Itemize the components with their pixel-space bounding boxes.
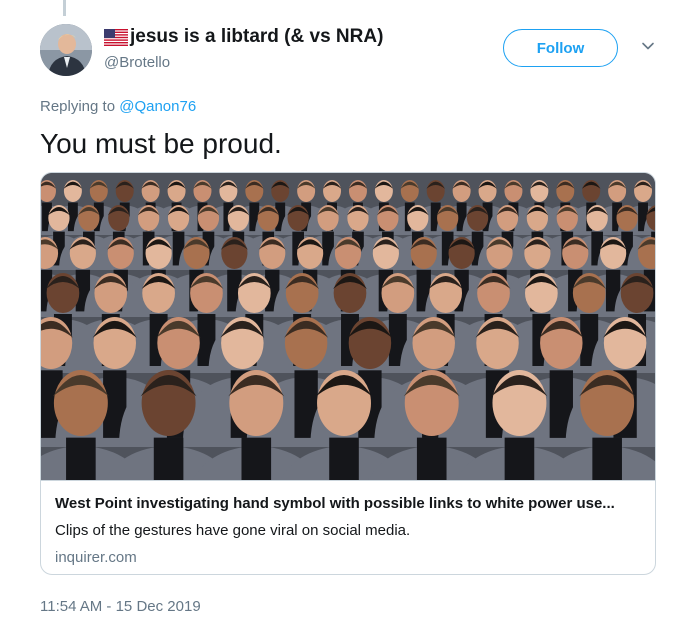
link-card[interactable]: West Point investigating hand symbol wit… (40, 172, 656, 575)
replying-prefix: Replying to (40, 98, 116, 115)
card-description: Clips of the gestures have gone viral on… (55, 522, 411, 539)
tweet-header: jesus is a libtard (& vs NRA) @Brotello … (40, 24, 659, 80)
avatar-image (40, 24, 92, 76)
user-handle[interactable]: @Brotello (104, 54, 383, 71)
user-names: jesus is a libtard (& vs NRA) @Brotello (104, 26, 383, 71)
replying-to: Replying to @Qanon76 (40, 98, 196, 115)
us-flag-icon (104, 28, 128, 46)
tweet-timestamp[interactable]: 11:54 AM - 15 Dec 2019 (40, 598, 201, 615)
card-image (41, 173, 655, 480)
card-domain: inquirer.com (55, 549, 137, 566)
follow-button[interactable]: Follow (503, 29, 618, 67)
thread-connector-line (63, 0, 66, 16)
avatar[interactable] (40, 24, 92, 76)
display-name-row[interactable]: jesus is a libtard (& vs NRA) (104, 26, 383, 48)
card-title: West Point investigating hand symbol wit… (55, 495, 615, 512)
card-body: West Point investigating hand symbol wit… (41, 480, 655, 566)
tweet-text: You must be proud. (40, 128, 282, 159)
chevron-down-icon[interactable] (640, 38, 656, 54)
display-name: jesus is a libtard (& vs NRA) (130, 26, 384, 47)
replying-to-link[interactable]: @Qanon76 (119, 98, 196, 115)
